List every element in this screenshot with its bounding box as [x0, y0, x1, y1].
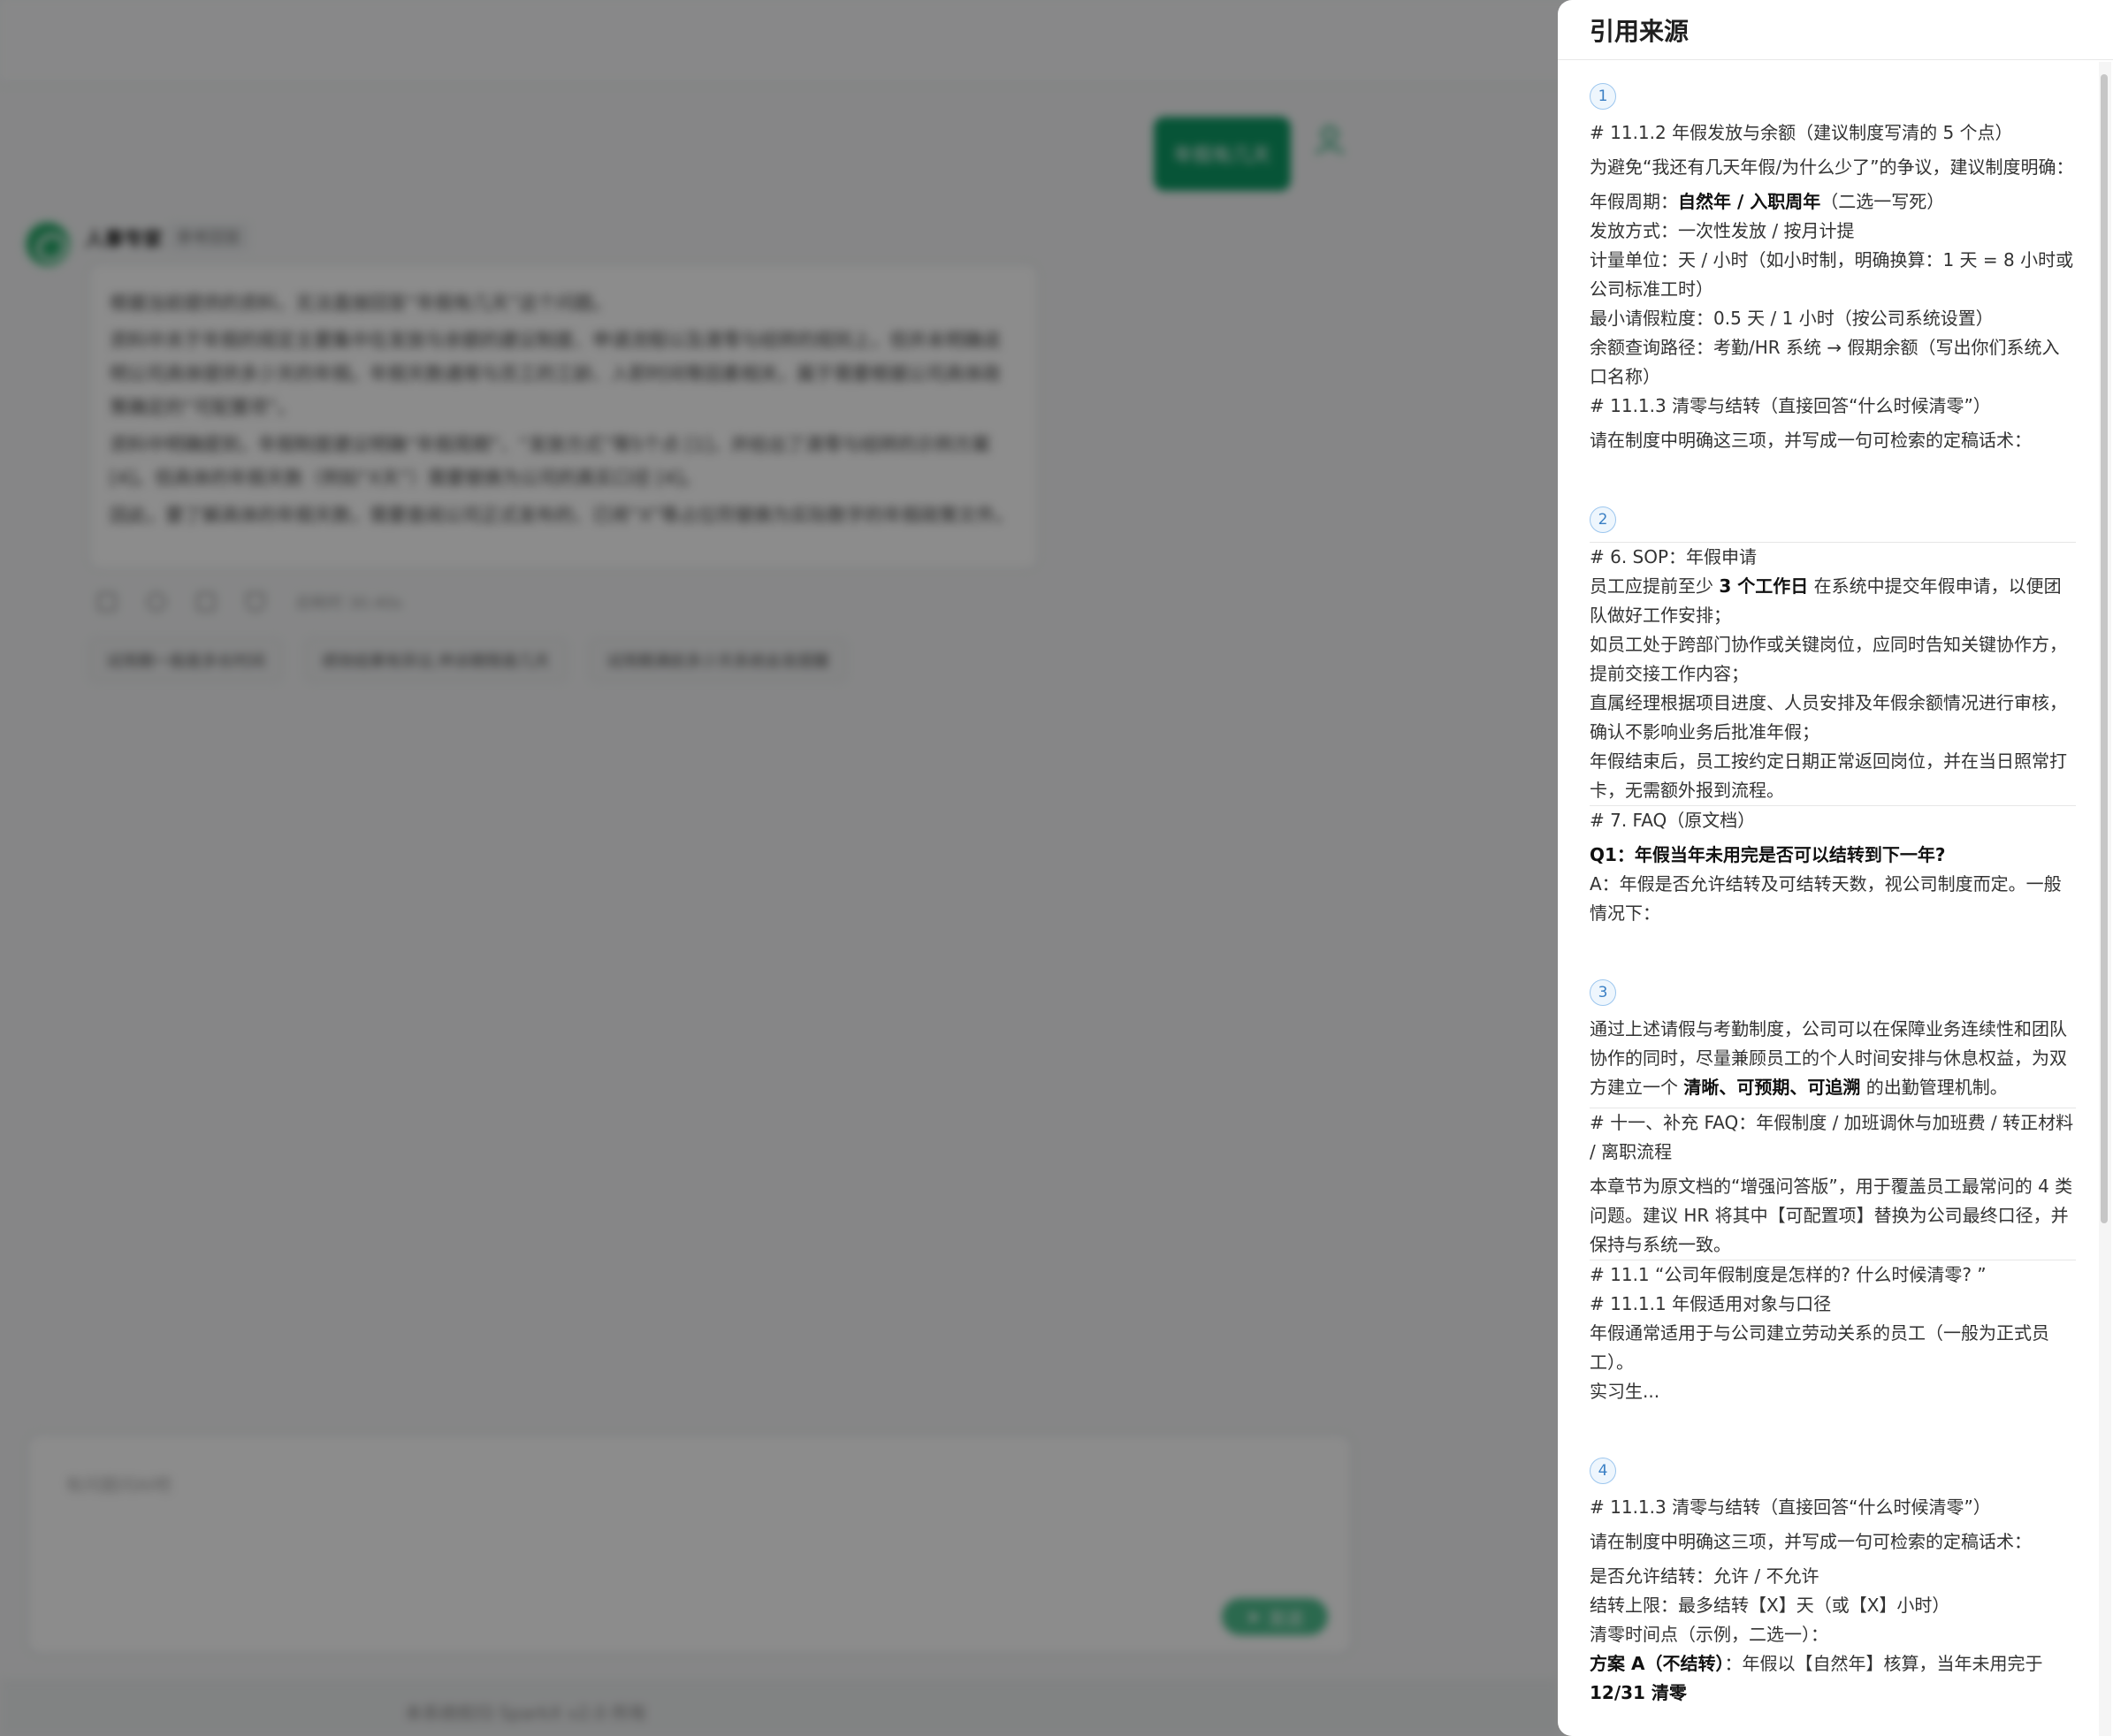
citation-list: 1 # 11.1.2 年假发放与余额（建议制度写清的 5 个点） 为避免“我还有几天…	[1558, 60, 2097, 1736]
citation-line: 结转上限：最多结转【X】天（或【X】小时）	[1590, 1595, 1950, 1616]
citation-source: 3 通过上述请假与考勤制度，公司可以在保障业务连续性和团队协作的同时，尽量兼顾员工…	[1590, 979, 2076, 1406]
citation-drawer: 引用来源 1 # 11.1.2 年假发放与余额（建议制度写清的 5 个点） 为避免“…	[1558, 0, 2113, 1736]
citation-line: 为避免“我还有几天年假/为什么少了”的争议，建议制度明确：	[1590, 156, 2074, 178]
citation-line: 年假结束后，员工按约定日期正常返回岗位，并在当日照常打卡，无需额外报到流程。	[1590, 750, 2067, 801]
citation-line: 最小请假粒度：0.5 天 / 1 小时（按公司系统设置）	[1590, 308, 1994, 329]
citation-source: 1 # 11.1.2 年假发放与余额（建议制度写清的 5 个点） 为避免“我还有几天…	[1590, 83, 2076, 455]
citation-line: 本章节为原文档的“增强问答版”，用于覆盖员工最常问的 4 类问题。建议 HR 将…	[1590, 1176, 2073, 1255]
citation-line: A：年假是否允许结转及可结转天数，视公司制度而定。一般情况下：	[1590, 873, 2062, 924]
citation-number-badge: 3	[1590, 979, 1616, 1006]
citation-line: # 11.1.3 清零与结转（直接回答“什么时候清零”）	[1590, 395, 1991, 416]
citation-line: 如员工处于跨部门协作或关键岗位，应同时告知关键协作方，提前交接工作内容；	[1590, 634, 2067, 684]
citation-line: # 11.1 “公司年假制度是怎样的? 什么时候清零? ”	[1590, 1260, 2076, 1290]
citation-line: 余额查询路径：考勤/HR 系统 → 假期余额（写出你们系统入口名称）	[1590, 337, 2060, 387]
citation-line: 直属经理根据项目进度、人员安排及年假余额情况进行审核，确认不影响业务后批准年假；	[1590, 692, 2067, 742]
citation-line: # 6. SOP：年假申请	[1590, 542, 2076, 572]
citation-line: # 11.1.1 年假适用对象与口径	[1590, 1293, 1832, 1314]
citation-line: 方案 A（不结转）：年假以【自然年】核算，当年未用完于 12/31 清零	[1590, 1653, 2048, 1703]
citation-line: # 7. FAQ（原文档）	[1590, 805, 2076, 835]
drawer-title: 引用来源	[1590, 17, 1690, 46]
citation-number-badge: 4	[1590, 1458, 1616, 1484]
citation-line: 是否允许结转：允许 / 不允许	[1590, 1565, 1819, 1587]
drawer-scrollbar[interactable]	[2099, 62, 2111, 1736]
citation-line: # 11.1.2 年假发放与余额（建议制度写清的 5 个点）	[1590, 122, 2013, 143]
citation-line: 清零时间点（示例，二选一）：	[1590, 1624, 1828, 1645]
drawer-header: 引用来源	[1558, 0, 2113, 60]
citation-line: 请在制度中明确这三项，并写成一句可检索的定稿话术：	[1590, 1531, 2032, 1552]
citation-number-badge: 1	[1590, 83, 1616, 110]
citation-source: 2 # 6. SOP：年假申请 员工应提前至少 3 个工作日 在系统中提交年假申请，…	[1590, 506, 2076, 928]
citation-line: Q1：年假当年未用完是否可以结转到下一年?	[1590, 844, 1946, 865]
citation-number-badge: 2	[1590, 506, 1616, 533]
citation-line: 年假通常适用于与公司建立劳动关系的员工（一般为正式员工）。	[1590, 1322, 2049, 1373]
citation-source: 4 # 11.1.3 清零与结转（直接回答“什么时候清零”） 请在制度中明确这三项，…	[1590, 1458, 2076, 1708]
citation-line: 发放方式：一次性发放 / 按月计提	[1590, 220, 1855, 241]
citation-line: 实习生...	[1590, 1381, 1660, 1402]
citation-line: 通过上述请假与考勤制度，公司可以在保障业务连续性和团队协作的同时，尽量兼顾员工的…	[1590, 1018, 2067, 1098]
scrollbar-thumb[interactable]	[2101, 74, 2108, 1223]
citation-line: 员工应提前至少 3 个工作日 在系统中提交年假申请，以便团队做好工作安排；	[1590, 575, 2062, 626]
citation-line: 年假周期：自然年 / 入职周年（二选一写死）	[1590, 191, 1945, 212]
citation-line: # 十一、补充 FAQ：年假制度 / 加班调休与加班费 / 转正材料 / 离职流…	[1590, 1108, 2076, 1167]
citation-line: # 11.1.3 清零与结转（直接回答“什么时候清零”）	[1590, 1496, 1991, 1518]
citation-line: 计量单位：天 / 小时（如小时制，明确换算：1 天 = 8 小时或公司标准工时）	[1590, 249, 2074, 300]
citation-line: 请在制度中明确这三项，并写成一句可检索的定稿话术：	[1590, 430, 2032, 451]
